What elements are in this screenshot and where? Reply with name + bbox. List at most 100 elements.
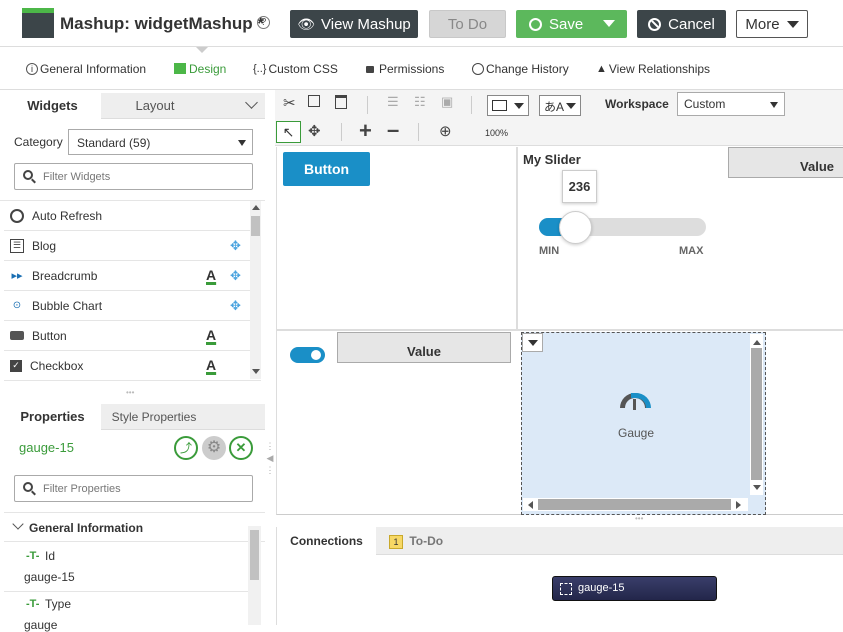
- list-item-bubble-chart[interactable]: ⊙ Bubble Chart ✥: [4, 291, 261, 321]
- section-general-information[interactable]: General Information: [4, 512, 265, 542]
- breadcrumb-icon: ▸▸: [11, 270, 23, 282]
- gauge-horizontal-scrollbar[interactable]: [523, 498, 748, 511]
- tab-style-properties[interactable]: Style Properties: [106, 404, 202, 430]
- value-display-header-2: Value: [337, 332, 511, 363]
- share-icon[interactable]: ⤴: [174, 436, 198, 460]
- chevron-down-icon: [12, 518, 24, 530]
- cut-icon[interactable]: ✂: [283, 94, 296, 112]
- view-mashup-button[interactable]: 👁 View Mashup: [290, 10, 418, 38]
- scroll-up-arrow: [252, 205, 260, 210]
- mashup-canvas: Button My Slider 236 MIN MAX Value Value…: [276, 147, 843, 515]
- slider-min-label: MIN: [539, 245, 560, 257]
- todo-button[interactable]: To Do: [429, 10, 506, 38]
- properties-tab-bar: Properties Style Properties: [4, 404, 265, 431]
- category-label: Category: [14, 135, 63, 149]
- layout-preview-dropdown[interactable]: [487, 95, 529, 116]
- cancel-button[interactable]: Cancel: [637, 10, 726, 38]
- workspace-select[interactable]: Custom: [677, 92, 785, 116]
- bottom-splitter[interactable]: •••: [635, 515, 649, 523]
- caret-down-icon: [528, 340, 538, 346]
- copy-icon[interactable]: [308, 95, 320, 107]
- tab-design[interactable]: Design: [174, 61, 226, 76]
- slider-handle[interactable]: [559, 211, 593, 244]
- gear-icon[interactable]: ⚙: [202, 436, 226, 460]
- scroll-up-arrow: [753, 340, 761, 345]
- scroll-down-arrow: [252, 369, 260, 374]
- clock-icon: [472, 62, 484, 75]
- tab-custom-css[interactable]: {..} Custom CSS: [253, 61, 338, 76]
- canvas-horizontal-divider: [277, 329, 843, 331]
- search-icon-handle: [31, 178, 36, 184]
- prop-type-value: gauge: [24, 618, 58, 632]
- header-bar: Mashup: widgetMashup * ? 👁 View Mashup T…: [0, 0, 843, 47]
- remove-icon[interactable]: ✕: [229, 436, 253, 460]
- connection-node-gauge[interactable]: gauge-15: [552, 576, 717, 601]
- localization-dropdown[interactable]: あA: [539, 95, 581, 116]
- search-icon-handle: [31, 490, 36, 496]
- select-tool-icon[interactable]: ↖: [276, 121, 301, 143]
- slider-max-label: MAX: [679, 245, 704, 257]
- tab-layout[interactable]: Layout: [109, 93, 201, 119]
- prop-type-row: -T- Type gauge: [4, 592, 248, 632]
- scroll-thumb: [251, 216, 260, 236]
- slider[interactable]: [539, 211, 706, 244]
- zoom-in-icon[interactable]: +: [359, 118, 372, 144]
- paste-icon[interactable]: [335, 95, 347, 109]
- tab-permissions[interactable]: Permissions: [366, 61, 444, 76]
- gauge-widget-selected[interactable]: Gauge: [521, 332, 766, 515]
- canvas-button-widget[interactable]: Button: [283, 152, 370, 186]
- slider-title: My Slider: [523, 152, 581, 167]
- widget-menu-dropdown[interactable]: [522, 333, 543, 352]
- filter-widgets-input[interactable]: Filter Widgets: [14, 163, 253, 190]
- more-button[interactable]: More: [736, 10, 808, 38]
- caret-down-icon[interactable]: [603, 20, 615, 27]
- tab-general-information[interactable]: i General Information: [26, 61, 146, 76]
- zoom-level: 100%: [485, 128, 509, 138]
- move-tool-icon[interactable]: ✥: [308, 122, 321, 140]
- bottom-tab-bar: Connections 1 To-Do: [277, 527, 843, 556]
- list-item-auto-refresh[interactable]: Auto Refresh: [4, 201, 261, 231]
- toolbar-divider: [341, 123, 342, 141]
- filter-properties-input[interactable]: Filter Properties: [14, 475, 253, 502]
- align-rows-icon[interactable]: ☰: [387, 94, 399, 110]
- widget-list-scrollbar[interactable]: [250, 201, 261, 379]
- caret-down-icon: [770, 102, 778, 108]
- properties-scrollbar[interactable]: [248, 526, 261, 625]
- collapse-chevron-icon[interactable]: [245, 96, 258, 109]
- gauge-vertical-scrollbar[interactable]: [750, 334, 763, 495]
- scroll-thumb: [250, 530, 259, 580]
- tab-properties[interactable]: Properties: [4, 404, 101, 431]
- tab-view-relationships[interactable]: ▲ View Relationships: [596, 61, 710, 76]
- toggle-switch[interactable]: [290, 347, 325, 363]
- tab-widgets[interactable]: Widgets: [4, 93, 101, 120]
- tab-connections[interactable]: Connections: [277, 527, 376, 556]
- toolbar-divider: [367, 96, 368, 114]
- tab-change-history[interactable]: Change History: [472, 61, 569, 76]
- list-item-checkbox[interactable]: ✓ Checkbox A: [4, 351, 261, 381]
- help-icon[interactable]: ?: [257, 16, 270, 29]
- list-item-breadcrumb[interactable]: ▸▸ Breadcrumb A ✥: [4, 261, 261, 291]
- align-columns-icon[interactable]: ☷: [414, 94, 426, 110]
- panel-resize-handle[interactable]: ⋮ ◀ ⋮: [265, 440, 275, 490]
- fit-icon[interactable]: ▣: [441, 94, 453, 110]
- target-icon[interactable]: ⊕: [439, 122, 452, 140]
- list-item-blog[interactable]: ☰ Blog ✥: [4, 231, 261, 261]
- value-display-header: Value: [728, 147, 843, 178]
- caret-down-icon: [786, 20, 799, 28]
- bubble-chart-icon: ⊙: [12, 300, 22, 311]
- caret-down-icon: [238, 140, 246, 146]
- lock-icon: [366, 66, 374, 74]
- relationships-icon: ▲: [596, 62, 607, 75]
- category-select[interactable]: Standard (59): [68, 129, 253, 155]
- tab-todo[interactable]: 1 To-Do: [381, 527, 453, 555]
- zoom-out-icon[interactable]: –: [387, 117, 399, 143]
- active-tab-pointer: [196, 47, 208, 53]
- list-item-button[interactable]: Button A: [4, 321, 261, 351]
- save-button[interactable]: Save: [516, 10, 627, 38]
- scroll-down-arrow: [753, 485, 761, 490]
- braces-icon: {..}: [253, 62, 267, 75]
- gauge-label: Gauge: [618, 426, 655, 440]
- mashup-icon: [22, 8, 54, 38]
- eye-icon: 👁: [297, 15, 315, 32]
- panel-splitter[interactable]: •••: [126, 389, 140, 397]
